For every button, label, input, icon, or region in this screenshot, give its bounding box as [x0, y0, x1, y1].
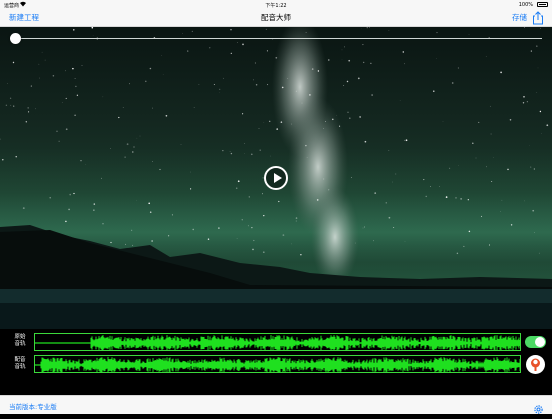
page-title: 配音大师 [0, 12, 552, 23]
original-track-label: 原始 音轨 [10, 334, 30, 348]
save-button[interactable]: 存储 [512, 12, 527, 23]
battery-percent: 100% [519, 2, 533, 8]
share-icon[interactable] [532, 10, 544, 24]
status-time: 下午1:22 [0, 2, 552, 9]
progress-slider-knob[interactable] [10, 33, 21, 44]
tracks-panel: 原始 音轨 配音 音轨 [0, 329, 552, 395]
play-icon[interactable] [264, 166, 288, 190]
navigation-bar: 新建工程 配音大师 存储 [0, 9, 552, 27]
original-track-label-line1: 原始 [10, 334, 30, 341]
gear-icon[interactable] [533, 400, 544, 411]
dub-track-label: 配音 音轨 [10, 357, 30, 371]
status-bar: 运营商 下午1:22 100% [0, 0, 552, 9]
dub-track-label-line2: 音轨 [10, 364, 30, 371]
dub-track-label-line1: 配音 [10, 357, 30, 364]
video-preview[interactable] [0, 27, 552, 329]
original-track-label-line2: 音轨 [10, 341, 30, 348]
microphone-icon[interactable] [526, 355, 545, 374]
progress-track[interactable] [15, 38, 542, 39]
original-track-toggle[interactable] [525, 336, 546, 348]
version-label[interactable]: 当前版本:专业版 [9, 401, 57, 411]
original-track-waveform[interactable] [34, 333, 521, 351]
dub-track-waveform[interactable] [34, 355, 521, 373]
battery-icon [537, 2, 548, 7]
bottom-bar: 当前版本:专业版 [0, 395, 552, 414]
